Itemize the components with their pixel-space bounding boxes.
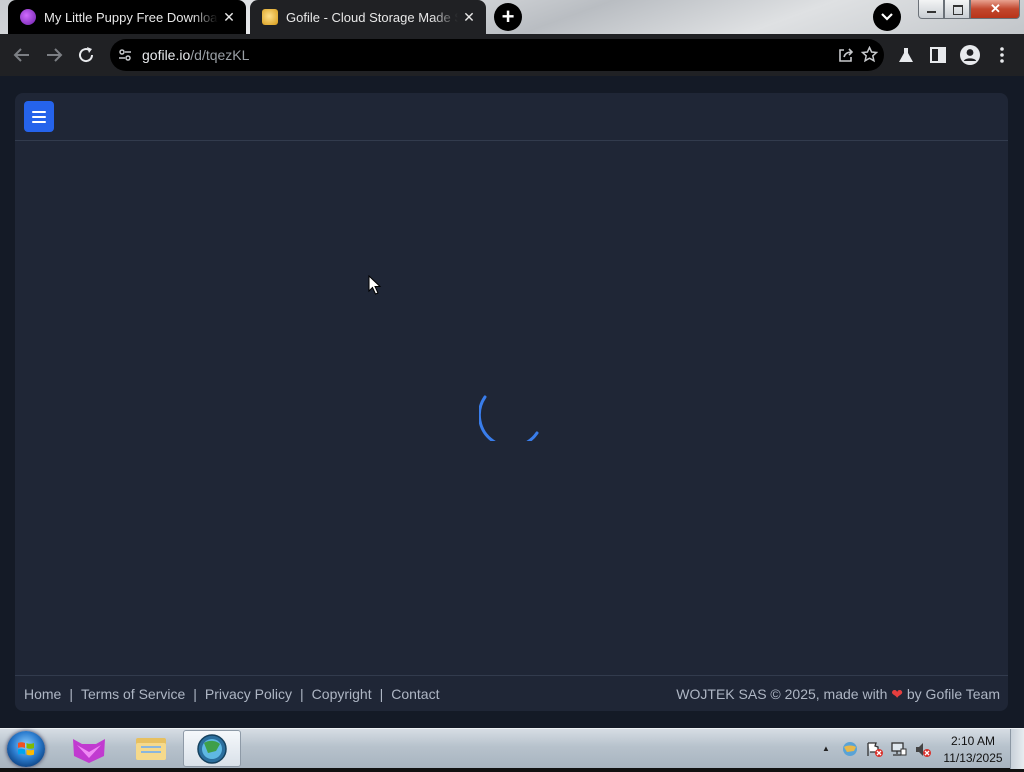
url-path: /d/tqezKL bbox=[190, 47, 250, 63]
credit-suffix: by Gofile Team bbox=[906, 686, 1000, 702]
footer-link-terms[interactable]: Terms of Service bbox=[81, 686, 185, 702]
taskbar-file-explorer[interactable] bbox=[122, 730, 180, 767]
taskbar-app-purple[interactable] bbox=[60, 730, 118, 767]
mouse-cursor-icon bbox=[368, 275, 382, 295]
browser-menu-icon[interactable] bbox=[991, 44, 1013, 66]
credit-prefix: WOJTEK SAS © 2025, made with bbox=[676, 686, 888, 702]
network-status-icon[interactable] bbox=[890, 741, 908, 758]
web-page: Home | Terms of Service | Privacy Policy… bbox=[0, 76, 1024, 728]
footer-link-copyright[interactable]: Copyright bbox=[312, 686, 372, 702]
back-icon[interactable] bbox=[11, 44, 33, 66]
footer-separator: | bbox=[69, 686, 73, 702]
main-panel: Home | Terms of Service | Privacy Policy… bbox=[15, 93, 1008, 711]
show-desktop-button[interactable] bbox=[1010, 729, 1024, 769]
hamburger-line bbox=[32, 116, 46, 118]
tab-search-button[interactable] bbox=[873, 3, 901, 31]
hamburger-line bbox=[32, 111, 46, 113]
new-tab-button[interactable]: + bbox=[494, 3, 522, 31]
footer-credit: WOJTEK SAS © 2025, made with ❤ by Gofile… bbox=[676, 686, 1000, 703]
tab-title: Gofile - Cloud Storage Made Simple bbox=[286, 9, 458, 25]
maximize-button[interactable] bbox=[944, 0, 970, 19]
footer-separator: | bbox=[193, 686, 197, 702]
footer-separator: | bbox=[300, 686, 304, 702]
reload-icon[interactable] bbox=[75, 44, 97, 66]
footer-link-privacy[interactable]: Privacy Policy bbox=[205, 686, 292, 702]
hamburger-line bbox=[32, 121, 46, 123]
close-window-button[interactable] bbox=[970, 0, 1020, 19]
folder-icon bbox=[136, 738, 166, 760]
page-footer: Home | Terms of Service | Privacy Policy… bbox=[15, 675, 1008, 711]
system-clock[interactable]: 2:10 AM 11/13/2025 bbox=[940, 733, 1006, 767]
url-text[interactable]: gofile.io/d/tqezKL bbox=[142, 47, 249, 63]
windows-logo-icon bbox=[18, 742, 34, 756]
share-icon[interactable] bbox=[838, 47, 854, 63]
gofile-favicon-icon bbox=[262, 9, 278, 25]
close-tab-icon[interactable]: ✕ bbox=[218, 9, 240, 26]
volume-muted-icon[interactable] bbox=[914, 741, 932, 758]
hamburger-menu-button[interactable] bbox=[24, 101, 54, 132]
minimize-button[interactable] bbox=[918, 0, 944, 19]
browser-globe-icon bbox=[197, 734, 227, 764]
show-hidden-icons-button[interactable]: ▲ bbox=[822, 744, 830, 753]
site-info-icon[interactable] bbox=[118, 48, 132, 62]
purple-app-icon bbox=[73, 739, 105, 763]
footer-links: Home | Terms of Service | Privacy Policy… bbox=[24, 686, 439, 702]
clock-date: 11/13/2025 bbox=[943, 751, 1003, 765]
clock-time: 2:10 AM bbox=[950, 734, 996, 748]
browser-toolbar: gofile.io/d/tqezKL bbox=[0, 34, 1024, 76]
close-tab-icon[interactable]: ✕ bbox=[458, 9, 480, 26]
tab-title: My Little Puppy Free Download bbox=[44, 9, 218, 25]
panel-header bbox=[15, 93, 1008, 141]
heart-icon: ❤ bbox=[891, 686, 903, 702]
labs-flask-icon[interactable] bbox=[895, 44, 917, 66]
side-panel-icon[interactable] bbox=[927, 44, 949, 66]
window-controls bbox=[918, 0, 1022, 20]
action-center-flag-icon[interactable] bbox=[866, 741, 884, 758]
bookmark-star-icon[interactable] bbox=[861, 46, 878, 63]
loading-spinner-icon bbox=[479, 395, 539, 441]
tab-my-little-puppy[interactable]: My Little Puppy Free Download ✕ bbox=[8, 0, 246, 34]
forward-icon[interactable] bbox=[43, 44, 65, 66]
profile-avatar-icon[interactable] bbox=[959, 44, 981, 66]
footer-link-contact[interactable]: Contact bbox=[391, 686, 439, 702]
windows-taskbar: ▲ 2:10 AM 11/13/2025 bbox=[0, 728, 1024, 769]
address-bar[interactable]: gofile.io/d/tqezKL bbox=[110, 39, 884, 71]
url-host: gofile.io bbox=[142, 47, 191, 63]
footer-separator: | bbox=[379, 686, 384, 702]
taskbar-browser[interactable] bbox=[183, 730, 241, 767]
footer-link-home[interactable]: Home bbox=[24, 686, 61, 702]
app-favicon-icon bbox=[20, 9, 36, 25]
tab-gofile[interactable]: Gofile - Cloud Storage Made Simple ✕ bbox=[250, 0, 486, 34]
tab-strip: My Little Puppy Free Download ✕ Gofile -… bbox=[0, 0, 1024, 34]
network-globe-icon[interactable] bbox=[842, 741, 858, 757]
start-button[interactable] bbox=[7, 731, 45, 767]
chevron-down-icon bbox=[881, 13, 893, 21]
